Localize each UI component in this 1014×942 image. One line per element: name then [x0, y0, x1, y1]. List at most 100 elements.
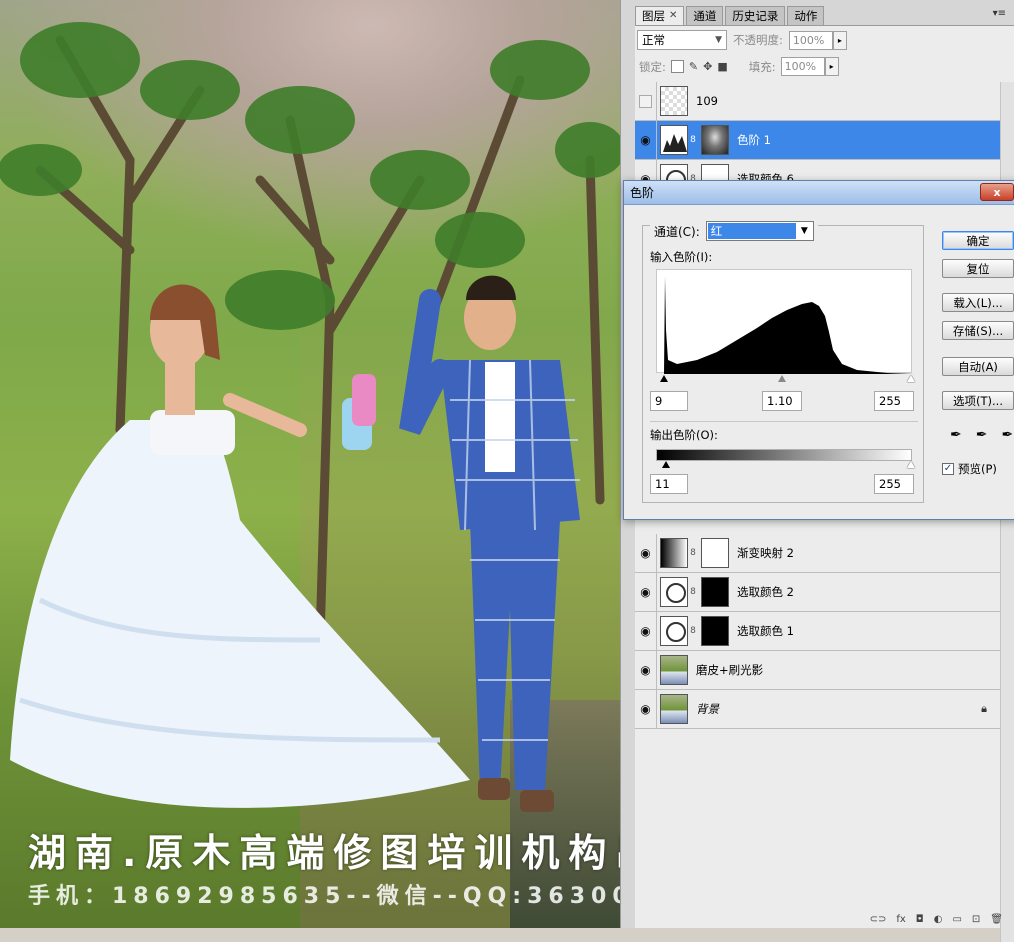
panel-menu-icon[interactable]: ▾≡ [993, 8, 1006, 19]
input-white-field[interactable]: 255 [874, 391, 914, 411]
reset-button[interactable]: 复位 [942, 259, 1014, 278]
lock-transparency-icon[interactable] [670, 60, 684, 73]
tab-channels[interactable]: 通道 [686, 6, 724, 25]
eye-icon: ◉ [640, 624, 651, 638]
fill-field: 100% ▸ [780, 57, 839, 76]
visibility-toggle[interactable]: ◉ [635, 611, 657, 651]
visibility-toggle[interactable]: ◉ [635, 533, 657, 573]
layer-thumbnail [660, 86, 688, 116]
output-black-handle[interactable] [662, 461, 670, 468]
tab-layers[interactable]: 图层 ✕ [635, 6, 685, 25]
panel-tabs: 图层 ✕ 通道 历史记录 动作 [635, 6, 825, 25]
output-white-field[interactable]: 255 [874, 474, 914, 494]
layer-name[interactable]: 选取颜色 2 [737, 584, 794, 600]
layer-name[interactable]: 选取颜色 1 [737, 623, 794, 639]
eye-icon: ◉ [640, 702, 651, 716]
eye-icon: ◉ [640, 585, 651, 599]
layer-name[interactable]: 背景 [696, 701, 719, 717]
link-chain-icon: 8 [690, 135, 696, 145]
save-button[interactable]: 存储(S)... [942, 321, 1014, 340]
output-levels-label: 输出色阶(O): [650, 428, 718, 442]
link-chain-icon: 8 [690, 548, 696, 558]
blend-mode-select[interactable]: 正常 ▼ [637, 30, 727, 50]
preview-checkbox[interactable]: ✓ [942, 463, 954, 475]
layer-thumbnail [660, 694, 688, 724]
layer-row[interactable]: ◉ 背景 🔒︎ [635, 689, 1001, 729]
visibility-toggle[interactable] [635, 81, 657, 121]
preview-row: ✓ 预览(P) [942, 461, 997, 477]
load-button[interactable]: 载入(L)... [942, 293, 1014, 312]
new-group-icon[interactable]: ▭ [952, 914, 961, 928]
input-gamma-field[interactable]: 1.10 [762, 391, 802, 411]
fx-icon[interactable]: fx [896, 914, 905, 928]
white-point-handle[interactable] [907, 375, 915, 382]
chevron-down-icon: ▼ [715, 35, 722, 45]
link-chain-icon: 8 [690, 587, 696, 597]
input-black-field[interactable]: 9 [650, 391, 688, 411]
output-black-field[interactable]: 11 [650, 474, 688, 494]
bride [10, 284, 470, 808]
input-slider[interactable] [656, 375, 915, 385]
output-white-handle[interactable] [907, 461, 915, 468]
black-point-handle[interactable] [660, 375, 668, 382]
hidden-box-icon [639, 94, 652, 108]
lock-position-icon[interactable]: ✥ [703, 60, 712, 73]
levels-dialog: 色阶 x 通道(C): 红 ▼ 输入色阶(I): 9 1.10 255 输出色阶… [623, 180, 1014, 520]
input-levels-label: 输入色阶(I): [650, 250, 713, 264]
eye-icon: ◉ [640, 546, 651, 560]
output-slider[interactable] [656, 461, 915, 471]
layer-row-selected[interactable]: ◉ 8 色阶 1 [635, 120, 1001, 160]
channel-row: 通道(C): 红 ▼ [650, 221, 818, 241]
auto-button[interactable]: 自动(A) [942, 357, 1014, 376]
add-mask-icon[interactable]: ◘ [916, 914, 924, 928]
groom [399, 275, 580, 812]
blend-row: 正常 ▼ 不透明度: 100% ▸ [637, 30, 847, 50]
ok-button[interactable]: 确定 [942, 231, 1014, 250]
tab-actions[interactable]: 动作 [787, 6, 825, 25]
gray-eyedropper-icon[interactable]: ✒ [976, 427, 988, 443]
tab-label: 通道 [693, 9, 717, 23]
layer-mask-thumbnail [701, 616, 729, 646]
fill-input[interactable]: 100% [780, 57, 825, 76]
tab-history[interactable]: 历史记录 [725, 6, 786, 25]
adjustment-thumbnail [660, 577, 688, 607]
layer-name[interactable]: 109 [696, 94, 718, 108]
layer-row[interactable]: 109 [635, 81, 1001, 121]
layer-row[interactable]: ◉ 8 选取颜色 1 [635, 611, 1001, 651]
channel-select[interactable]: 红 ▼ [705, 221, 814, 241]
opacity-arrow-icon[interactable]: ▸ [832, 30, 847, 50]
black-eyedropper-icon[interactable]: ✒ [950, 427, 962, 443]
layer-name[interactable]: 磨皮+刷光影 [696, 662, 763, 678]
photo-canvas[interactable]: 湖南.原木高端修图培训机构出品 手机：18692985635--微信--QQ:3… [0, 0, 620, 928]
lock-pixels-icon[interactable]: ✎ [689, 60, 698, 73]
lock-all-icon[interactable]: ■ [717, 60, 727, 73]
adjustment-layer-icon[interactable]: ◐ [934, 914, 943, 928]
close-icon[interactable]: ✕ [669, 7, 677, 25]
white-eyedropper-icon[interactable]: ✒ [1001, 427, 1013, 443]
close-button[interactable]: x [980, 183, 1014, 201]
fill-arrow-icon[interactable]: ▸ [824, 57, 839, 76]
layer-name[interactable]: 渐变映射 2 [737, 545, 794, 561]
gradient-map-thumbnail [660, 538, 688, 568]
layer-row[interactable]: ◉ 8 渐变映射 2 [635, 533, 1001, 573]
layer-row[interactable]: ◉ 8 选取颜色 2 [635, 572, 1001, 612]
layer-name[interactable]: 色阶 1 [737, 132, 771, 148]
divider [650, 421, 918, 422]
eyedroppers: ✒ ✒ ✒ [950, 427, 1013, 443]
gamma-handle[interactable] [778, 375, 786, 382]
options-button[interactable]: 选项(T)... [942, 391, 1014, 410]
visibility-toggle[interactable]: ◉ [635, 120, 657, 160]
opacity-label: 不透明度: [733, 33, 783, 47]
layer-row[interactable]: ◉ 磨皮+刷光影 [635, 650, 1001, 690]
trash-icon[interactable]: 🗑︎ [990, 914, 1003, 928]
dialog-titlebar[interactable]: 色阶 [624, 181, 1014, 205]
new-layer-icon[interactable]: ⊡ [972, 914, 980, 928]
visibility-toggle[interactable]: ◉ [635, 650, 657, 690]
visibility-toggle[interactable]: ◉ [635, 572, 657, 612]
hanging-bottles [342, 374, 376, 450]
opacity-input[interactable]: 100% [788, 30, 833, 50]
layer-mask-thumbnail [701, 125, 729, 155]
levels-adjustment-thumbnail [660, 125, 688, 155]
visibility-toggle[interactable]: ◉ [635, 689, 657, 729]
link-layers-icon[interactable]: ⊂⊃ [870, 914, 887, 928]
